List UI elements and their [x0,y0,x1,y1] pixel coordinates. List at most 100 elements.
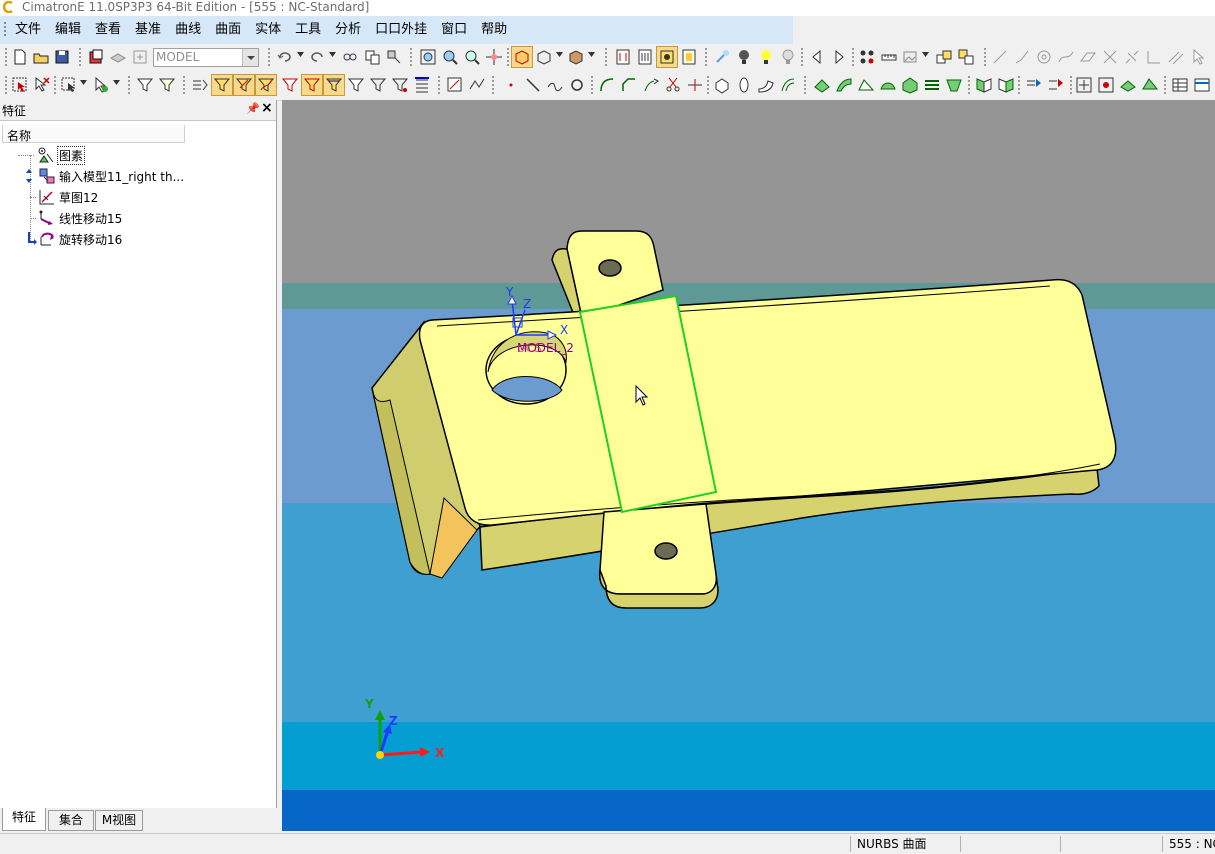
menu-tools[interactable]: 工具 [288,16,328,44]
next-view-button[interactable] [829,47,849,67]
filter-surface-button[interactable] [323,74,345,96]
tree-item-entities[interactable]: 图素 [0,145,276,165]
drive-surface-button[interactable] [812,75,832,95]
draft-face-button[interactable] [1140,75,1160,95]
trim-tool-button[interactable] [1100,47,1120,67]
pick-tool-button[interactable] [1188,47,1208,67]
composite-curve-button[interactable] [467,75,487,95]
sweep-button[interactable] [756,75,776,95]
menu-grip[interactable] [4,22,6,38]
filter-other-button[interactable] [390,75,410,95]
sketcher-button[interactable] [445,75,465,95]
boolean-add-button[interactable] [1074,75,1094,95]
zoom-window-button[interactable] [440,47,460,67]
tree-item-rotate-move[interactable]: 旋转移动16 [0,229,276,249]
fill-surface-button[interactable] [878,75,898,95]
extend-curve-button[interactable] [641,75,661,95]
bulb-on-button[interactable] [756,47,776,67]
new-file-button[interactable] [10,47,30,67]
fillet-curve-button[interactable] [597,75,617,95]
filter-solid-button[interactable] [301,74,323,96]
shell-button[interactable] [1118,75,1138,95]
arc-button[interactable] [545,75,565,95]
menu-solid[interactable]: 实体 [248,16,288,44]
menu-edit[interactable]: 编辑 [48,16,88,44]
loft-button[interactable] [778,75,798,95]
deselect-button[interactable] [32,75,52,95]
assembly-button[interactable] [934,47,954,67]
menu-plugin[interactable]: 口口外挂 [368,16,434,44]
pin-icon[interactable]: 📌 [246,102,260,115]
light-settings-button[interactable] [712,47,732,67]
point-button[interactable] [501,75,521,95]
zoom-button[interactable] [462,47,482,67]
tree-column-header[interactable]: 名称 [2,125,185,143]
break-tool-button[interactable] [1122,47,1142,67]
previous-view-button[interactable] [807,47,827,67]
chevron-down-icon[interactable] [242,49,258,66]
revolve-button[interactable] [734,75,754,95]
select-all-button[interactable] [10,75,30,95]
lower-tab-hole[interactable] [654,542,678,560]
tree-item-linear-move[interactable]: 线性移动15 [0,208,276,228]
bulb-settings-button[interactable] [778,47,798,67]
polyline-tool-button[interactable] [1012,47,1032,67]
scene-3d[interactable]: Y Z X MODEL_2 UCS Y Z X [282,100,1215,831]
chevron-down-icon[interactable] [329,52,336,57]
close-icon[interactable]: × [261,100,273,116]
bulb-off-button[interactable] [734,47,754,67]
filter-curve-button[interactable] [255,74,277,96]
split-curve-button[interactable] [685,75,705,95]
extrude-button[interactable] [712,75,732,95]
spline-tool-button[interactable] [1056,47,1076,67]
menu-view[interactable]: 查看 [88,16,128,44]
chevron-down-icon[interactable] [113,80,120,85]
render-mode-button[interactable] [566,47,586,67]
expand-collapse-icon[interactable] [22,167,36,185]
menu-surface[interactable]: 曲面 [208,16,248,44]
draft-surface-button[interactable] [944,75,964,95]
chevron-down-icon[interactable] [588,52,595,57]
chamfer-curve-button[interactable] [619,75,639,95]
set-active-button[interactable] [130,47,150,67]
menu-analysis[interactable]: 分析 [328,16,368,44]
chevron-down-icon[interactable] [556,52,563,57]
menu-help[interactable]: 帮助 [474,16,514,44]
tab-sets[interactable]: 集合 [48,810,94,831]
trim-curve-button[interactable] [663,75,683,95]
toolbar-grip[interactable] [5,48,7,66]
menu-curve[interactable]: 曲线 [168,16,208,44]
filter-all-button[interactable] [157,75,177,95]
table-button[interactable] [1170,75,1190,95]
pick-mode-button[interactable] [91,75,111,95]
chevron-down-icon[interactable] [297,52,304,57]
chevron-down-icon[interactable] [80,80,87,85]
filter-datum-button[interactable] [368,75,388,95]
filter-face-button[interactable] [211,74,233,96]
tab-features[interactable]: 特征 [2,808,46,831]
boundary-surface-button[interactable] [900,75,920,95]
copy-move-button[interactable] [1046,75,1066,95]
toolbar-grip[interactable] [5,76,7,94]
copy-paste-button[interactable] [362,47,382,67]
link-button[interactable] [340,47,360,67]
model-combo[interactable]: MODEL [153,48,259,67]
offset-surface-button[interactable] [922,75,942,95]
show-all-button[interactable] [613,47,633,67]
move-button[interactable] [1024,75,1044,95]
entity-filter-button[interactable] [857,47,877,67]
zoom-all-button[interactable] [418,47,438,67]
pan-button[interactable] [484,47,504,67]
blend-surface-button[interactable] [834,75,854,95]
menu-window[interactable]: 窗口 [434,16,474,44]
boolean-remove-button[interactable] [1096,75,1116,95]
layer-button[interactable] [108,47,128,67]
chain-select-button[interactable] [190,75,210,95]
save-button[interactable] [52,47,72,67]
hide-button[interactable] [635,47,655,67]
filter-point-button[interactable] [280,75,300,95]
filter-edge-button[interactable] [233,74,255,96]
toggle-display-button[interactable] [656,46,678,68]
upper-tab-hole[interactable] [598,259,622,277]
menu-file[interactable]: 文件 [8,16,48,44]
